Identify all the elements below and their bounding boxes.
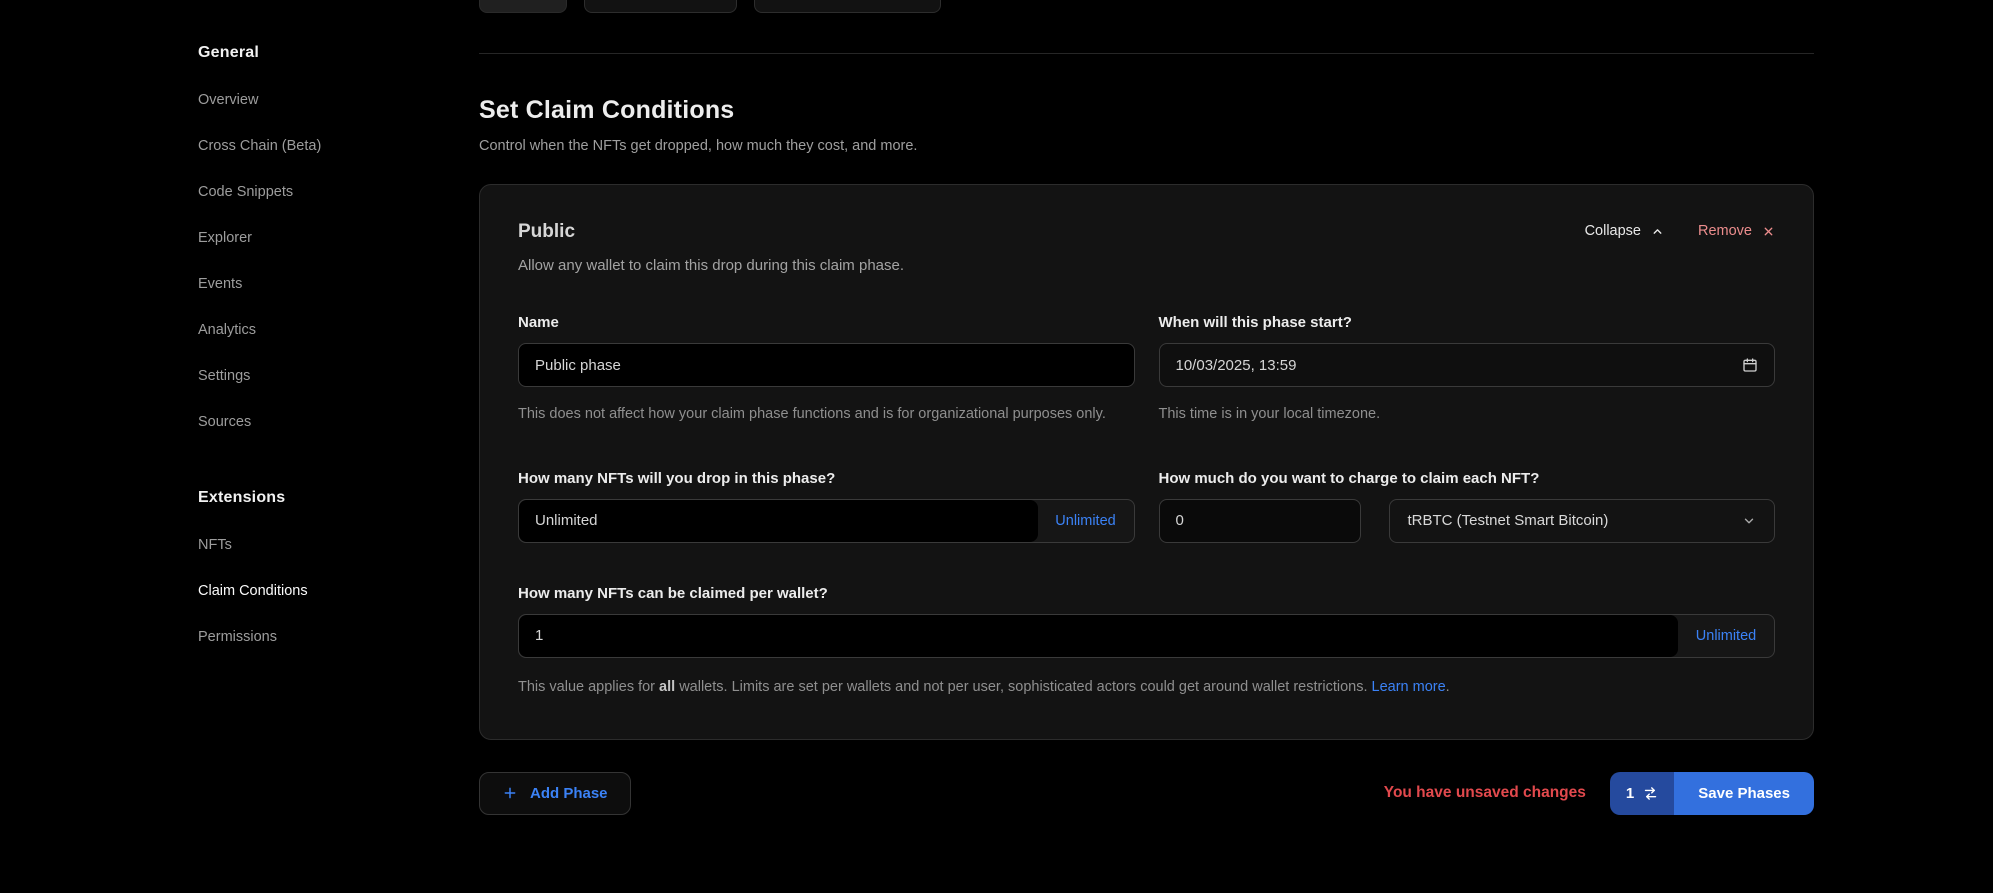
header-divider — [479, 53, 1814, 54]
sidebar-item-analytics[interactable]: Analytics — [198, 322, 479, 339]
chevron-up-icon — [1651, 225, 1664, 238]
per-wallet-helper: This value applies for all wallets. Limi… — [518, 676, 1768, 699]
sidebar-item-code-snippets[interactable]: Code Snippets — [198, 184, 479, 201]
start-label: When will this phase start? — [1159, 314, 1776, 331]
per-wallet-helper-rest: wallets. Limits are set per wallets and … — [675, 679, 1371, 695]
sidebar-item-explorer[interactable]: Explorer — [198, 230, 479, 247]
sidebar-item-events[interactable]: Events — [198, 276, 479, 293]
explorer-link-badge[interactable]: Rootstock Blockscout — [754, 0, 941, 13]
main-content: 0xcDee...F96e9 Rootstock Blockscout Set … — [479, 0, 1814, 893]
add-phase-label: Add Phase — [530, 785, 608, 802]
swap-arrows-icon — [1643, 786, 1658, 801]
sidebar-item-sources[interactable]: Sources — [198, 414, 479, 431]
sidebar-item-overview[interactable]: Overview — [198, 92, 479, 109]
transaction-count-button[interactable]: 1 — [1610, 772, 1674, 815]
add-phase-button[interactable]: Add Phase — [479, 772, 631, 815]
plus-icon — [502, 785, 518, 801]
start-datetime-input[interactable]: 10/03/2025, 13:59 — [1159, 343, 1776, 387]
save-button-group: 1 Save Phases — [1610, 772, 1814, 815]
start-datetime-value: 10/03/2025, 13:59 — [1176, 357, 1297, 374]
remove-label: Remove — [1698, 223, 1752, 239]
phase-card-heading: Public Allow any wallet to claim this dr… — [518, 221, 904, 274]
save-phases-button[interactable]: Save Phases — [1674, 772, 1814, 815]
collapse-label: Collapse — [1585, 223, 1641, 239]
page-title: Set Claim Conditions — [479, 96, 1814, 125]
start-helper: This time is in your local timezone. — [1159, 403, 1776, 426]
price-field-group: How much do you want to charge to claim … — [1159, 470, 1776, 543]
price-label: How much do you want to charge to claim … — [1159, 470, 1776, 487]
unsaved-changes-warning: You have unsaved changes — [1384, 784, 1586, 802]
transaction-count: 1 — [1626, 785, 1634, 802]
sidebar-header-general: General — [198, 44, 479, 62]
explorer-label: Rootstock Blockscout — [771, 0, 900, 1]
currency-selected-value: tRBTC (Testnet Smart Bitcoin) — [1408, 512, 1609, 529]
sidebar: General Overview Cross Chain (Beta) Code… — [0, 0, 479, 893]
per-wallet-helper-bold: all — [659, 679, 675, 695]
claim-phase-card: Public Allow any wallet to claim this dr… — [479, 184, 1814, 740]
contract-toolbar: 0xcDee...F96e9 Rootstock Blockscout — [479, 0, 1814, 13]
supply-input-group: Unlimited Unlimited — [518, 499, 1135, 543]
sidebar-item-cross-chain[interactable]: Cross Chain (Beta) — [198, 138, 479, 155]
start-field-group: When will this phase start? 10/03/2025, … — [1159, 314, 1776, 426]
learn-more-link[interactable]: Learn more — [1372, 679, 1446, 695]
per-wallet-unlimited-toggle[interactable]: Unlimited — [1678, 615, 1774, 657]
remove-button[interactable]: Remove — [1698, 223, 1775, 239]
contract-address-badge[interactable]: 0xcDee...F96e9 — [584, 0, 737, 13]
price-amount-input[interactable]: 0 — [1159, 499, 1361, 543]
collapse-button[interactable]: Collapse — [1585, 223, 1664, 239]
per-wallet-field-group: How many NFTs can be claimed per wallet?… — [518, 585, 1775, 699]
per-wallet-helper-prefix: This value applies for — [518, 679, 659, 695]
supply-label: How many NFTs will you drop in this phas… — [518, 470, 1135, 487]
calendar-icon[interactable] — [1742, 357, 1758, 373]
supply-field-group: How many NFTs will you drop in this phas… — [518, 470, 1135, 543]
sidebar-item-nfts[interactable]: NFTs — [198, 537, 479, 554]
name-label: Name — [518, 314, 1135, 331]
sidebar-item-settings[interactable]: Settings — [198, 368, 479, 385]
currency-select[interactable]: tRBTC (Testnet Smart Bitcoin) — [1389, 499, 1776, 543]
chevron-down-icon — [1742, 514, 1756, 528]
sidebar-header-extensions: Extensions — [198, 489, 479, 507]
sidebar-item-permissions[interactable]: Permissions — [198, 629, 479, 646]
contract-address-label: 0xcDee...F96e9 — [625, 0, 720, 1]
per-wallet-input-group: 1 Unlimited — [518, 614, 1775, 658]
phase-description: Allow any wallet to claim this drop duri… — [518, 257, 904, 274]
supply-unlimited-toggle[interactable]: Unlimited — [1038, 500, 1134, 542]
name-input[interactable]: Public phase — [518, 343, 1135, 387]
phases-footer: Add Phase You have unsaved changes 1 Sav… — [479, 772, 1814, 815]
page-header: Set Claim Conditions Control when the NF… — [479, 96, 1814, 154]
app-root: General Overview Cross Chain (Beta) Code… — [0, 0, 1993, 893]
per-wallet-label: How many NFTs can be claimed per wallet? — [518, 585, 1775, 602]
name-helper: This does not affect how your claim phas… — [518, 403, 1135, 426]
name-field-group: Name Public phase This does not affect h… — [518, 314, 1135, 426]
sidebar-item-claim-conditions[interactable]: Claim Conditions — [198, 583, 479, 600]
supply-input[interactable]: Unlimited — [519, 500, 1038, 542]
contract-tab-button[interactable] — [479, 0, 567, 13]
per-wallet-input[interactable]: 1 — [519, 615, 1678, 657]
page-subtitle: Control when the NFTs get dropped, how m… — [479, 138, 1814, 154]
phase-title: Public — [518, 221, 904, 243]
close-icon — [1762, 225, 1775, 238]
per-wallet-helper-end: . — [1446, 679, 1450, 695]
